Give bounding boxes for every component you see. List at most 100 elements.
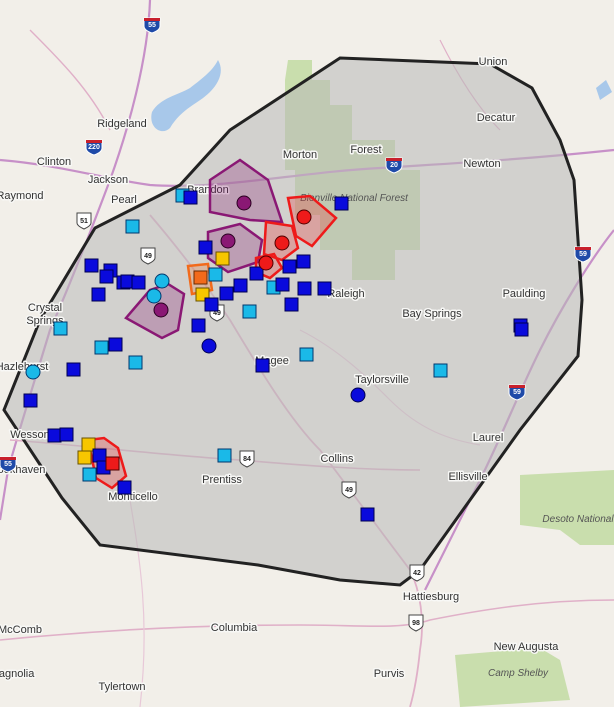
blue-marker[interactable] [219,286,234,301]
yellow-marker[interactable] [215,251,230,266]
forest-label: Camp Shelby [488,668,549,679]
city-label: Purvis [374,668,405,680]
cyan-marker[interactable] [82,467,97,482]
red-circle-marker[interactable] [296,209,312,225]
cyan-marker[interactable] [53,321,68,336]
us-highway-shield-icon: 42 [409,564,425,582]
interstate-shield-icon: 220 [85,139,103,156]
blue-circle-marker[interactable] [350,387,366,403]
shield-label: 59 [513,389,521,396]
blue-marker[interactable] [198,240,213,255]
blue-marker[interactable] [360,507,375,522]
blue-marker[interactable] [282,259,297,274]
city-label: Newton [463,158,500,170]
shield-label: 49 [345,487,353,494]
forest-label: Desoto National [542,514,614,525]
cyan-circle-marker[interactable] [25,364,41,380]
city-label: Morton [283,149,317,161]
purple-circle-marker[interactable] [220,233,236,249]
blue-marker[interactable] [284,297,299,312]
orange-square-marker[interactable] [193,270,208,285]
us-highway-shield-icon: 84 [239,450,255,468]
cyan-circle-marker[interactable] [146,288,162,304]
city-label: McComb [0,624,42,636]
city-label: Decatur [477,112,516,124]
blue-marker[interactable] [296,254,311,269]
cyan-marker[interactable] [125,219,140,234]
blue-marker[interactable] [23,393,38,408]
city-label: Magnolia [0,668,35,680]
us-highway-shield-icon: 49 [140,247,156,265]
city-label: Prentiss [202,474,242,486]
blue-marker[interactable] [317,281,332,296]
shield-label: 84 [243,456,251,463]
blue-marker[interactable] [249,266,264,281]
map-canvas[interactable]: Union Decatur Ridgeland Forest Morton Newton C… [0,0,614,707]
blue-marker[interactable] [191,318,206,333]
blue-marker[interactable] [84,258,99,273]
city-label: Laurel [473,432,504,444]
cyan-marker[interactable] [217,448,232,463]
city-label: Ellisville [448,471,487,483]
city-label: Jackson [88,174,128,186]
city-label: Columbia [211,622,258,634]
city-label: Pearl [111,194,137,206]
city-label: New Augusta [494,641,560,653]
blue-marker[interactable] [108,337,123,352]
blue-marker[interactable] [131,275,146,290]
red-circle-marker[interactable] [258,255,274,271]
blue-marker[interactable] [233,278,248,293]
shield-label: 220 [88,144,100,151]
red-circle-marker[interactable] [274,235,290,251]
blue-marker[interactable] [183,190,198,205]
interstate-shield-icon: 59 [574,246,592,263]
blue-marker[interactable] [297,281,312,296]
blue-marker[interactable] [255,358,270,373]
purple-circle-marker[interactable] [236,195,252,211]
blue-marker[interactable] [117,480,132,495]
blue-marker[interactable] [514,322,529,337]
blue-marker[interactable] [47,428,62,443]
us-highway-shield-icon: 51 [76,212,92,230]
city-label: Crystal [28,302,62,314]
cyan-marker[interactable] [242,304,257,319]
cyan-circle-marker[interactable] [154,273,170,289]
yellow-marker[interactable] [77,450,92,465]
shield-label: 49 [144,253,152,260]
cyan-marker[interactable] [208,267,223,282]
city-label: Hattiesburg [403,591,459,603]
city-label: Paulding [503,288,546,300]
city-label: Bay Springs [402,308,462,320]
us-highway-shield-icon: 49 [341,481,357,499]
city-label: Tylertown [98,681,145,693]
blue-marker[interactable] [91,287,106,302]
shield-label: 98 [412,620,420,627]
cyan-marker[interactable] [299,347,314,362]
blue-marker[interactable] [275,277,290,292]
purple-circle-marker[interactable] [153,302,169,318]
red-square-marker[interactable] [105,456,120,471]
red-square-markers[interactable] [105,456,120,471]
blue-marker[interactable] [92,448,107,463]
city-label: Taylorsville [355,374,409,386]
city-label: Raleigh [327,288,364,300]
city-label: Forest [350,144,381,156]
shield-label: 51 [80,218,88,225]
us-highway-shield-icon: 98 [408,614,424,632]
interstate-shield-icon: 55 [0,456,17,473]
map-view[interactable]: Union Decatur Ridgeland Forest Morton Newton C… [0,0,614,707]
blue-marker[interactable] [66,362,81,377]
cyan-marker[interactable] [433,363,448,378]
blue-circle-marker[interactable] [201,338,217,354]
interstate-shield-icon: 55 [143,17,161,34]
blue-marker[interactable] [204,297,219,312]
blue-marker[interactable] [59,427,74,442]
city-label: Union [479,56,508,68]
blue-marker[interactable] [99,269,114,284]
interstate-shield-icon: 20 [385,157,403,174]
cyan-marker[interactable] [94,340,109,355]
blue-marker[interactable] [334,196,349,211]
shield-label: 55 [148,22,156,29]
cyan-marker[interactable] [128,355,143,370]
city-label: Hazlehurst [0,361,48,373]
